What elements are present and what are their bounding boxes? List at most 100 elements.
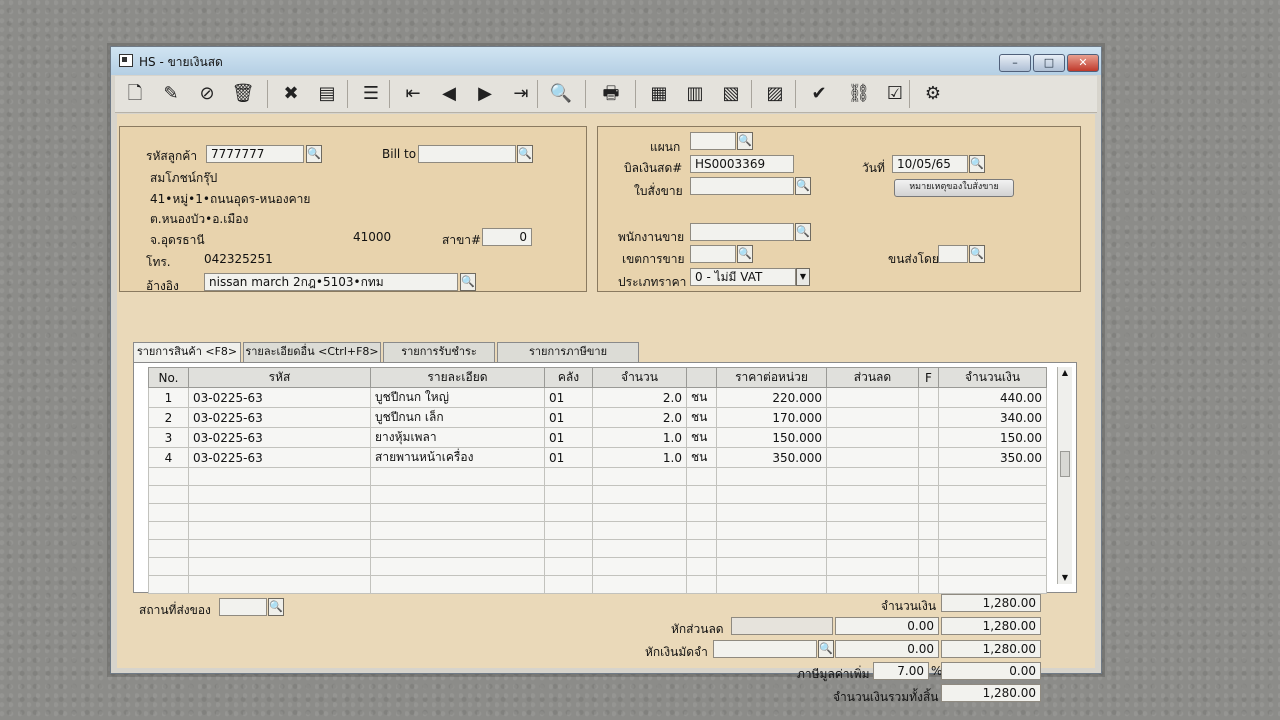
table-cell[interactable]: 03-0225-63 (188, 447, 371, 468)
settings-button[interactable]: ⚙ (919, 80, 947, 108)
scroll-down-icon[interactable]: ▼ (1058, 572, 1072, 584)
table-cell[interactable] (716, 485, 827, 504)
dept-lookup-icon[interactable]: 🔍 (737, 132, 753, 150)
table-cell[interactable] (544, 467, 593, 486)
link-button[interactable]: ⛓ (845, 80, 873, 108)
table-cell[interactable] (938, 539, 1047, 558)
customer-code-field[interactable]: 7777777 (206, 145, 304, 163)
table-cell[interactable] (592, 521, 687, 540)
customer-lookup-icon[interactable]: 🔍 (306, 145, 322, 163)
table-cell[interactable] (938, 521, 1047, 540)
sales-order-lookup-icon[interactable]: 🔍 (795, 177, 811, 195)
reference-field[interactable]: nissan march 2กฎ•5103•กทม (204, 273, 458, 291)
table-cell[interactable] (716, 503, 827, 522)
prev-record-button[interactable]: ◀ (435, 80, 463, 108)
table-cell[interactable] (826, 539, 919, 558)
table-cell[interactable] (918, 427, 939, 448)
discount-text-field[interactable] (731, 617, 833, 635)
table-cell[interactable]: 3 (148, 427, 189, 448)
table-cell[interactable] (686, 503, 717, 522)
table-cell[interactable] (686, 557, 717, 576)
table-row[interactable]: 3 03-0225-63 ยางหุ้มเพลา 01 1.0 ชน 150.000 150.… (148, 427, 1047, 448)
table-cell[interactable] (370, 521, 545, 540)
table-cell[interactable]: 150.00 (938, 427, 1047, 448)
last-record-button[interactable]: ⇥ (507, 80, 535, 108)
table-cell[interactable] (918, 503, 939, 522)
table-cell[interactable]: 01 (544, 427, 593, 448)
table-row[interactable] (148, 575, 1047, 594)
tab-other-details[interactable]: รายละเอียดอื่น <Ctrl+F8> (243, 342, 381, 362)
table-cell[interactable] (188, 503, 371, 522)
table-cell[interactable] (592, 539, 687, 558)
table-cell[interactable]: 1.0 (592, 427, 687, 448)
table-cell[interactable] (370, 503, 545, 522)
table-cell[interactable]: บูชปีกนก ใหญ่ (370, 387, 545, 408)
table-cell[interactable]: 01 (544, 447, 593, 468)
salesman-field[interactable] (690, 223, 794, 241)
column-header[interactable]: รายละเอียด (370, 367, 545, 388)
table-cell[interactable]: 4 (148, 447, 189, 468)
table-row[interactable] (148, 521, 1047, 540)
table-cell[interactable] (826, 467, 919, 486)
sales-area-lookup-icon[interactable]: 🔍 (737, 245, 753, 263)
edit-button[interactable]: ✎ (157, 80, 185, 108)
table-cell[interactable] (918, 407, 939, 428)
table-cell[interactable] (370, 467, 545, 486)
search-doc-button[interactable]: 🔍 (547, 80, 575, 108)
table-cell[interactable]: ยางหุ้มเพลา (370, 427, 545, 448)
table-cell[interactable] (188, 485, 371, 504)
tab-payments[interactable]: รายการรับชำระ <F7> (383, 342, 495, 376)
table-cell[interactable]: 03-0225-63 (188, 427, 371, 448)
table-cell[interactable] (938, 557, 1047, 576)
table-cell[interactable] (826, 503, 919, 522)
column-header[interactable]: ส่วนลด (826, 367, 919, 388)
save-button[interactable]: ▤ (313, 80, 341, 108)
table-cell[interactable] (592, 485, 687, 504)
table-row[interactable] (148, 503, 1047, 522)
table-cell[interactable] (148, 539, 189, 558)
vat-rate-field[interactable]: 7.00 (873, 662, 929, 680)
table-cell[interactable] (918, 467, 939, 486)
table-cell[interactable] (686, 575, 717, 594)
maximize-button[interactable]: □ (1033, 54, 1065, 72)
approve-ok-button[interactable]: ✔ (805, 80, 833, 108)
table-cell[interactable] (148, 503, 189, 522)
table-cell[interactable]: 150.000 (716, 427, 827, 448)
table-cell[interactable] (716, 575, 827, 594)
column-header[interactable]: No. (148, 367, 189, 388)
table-cell[interactable] (188, 557, 371, 576)
price-type-select[interactable]: 0 - ไม่มี VAT (690, 268, 796, 286)
table-cell[interactable]: 03-0225-63 (188, 387, 371, 408)
new-doc-button[interactable]: 🗋 (121, 80, 149, 108)
table-cell[interactable] (938, 467, 1047, 486)
table-cell[interactable]: 03-0225-63 (188, 407, 371, 428)
delivery-place-field[interactable] (219, 598, 267, 616)
report-button[interactable]: ▨ (761, 80, 789, 108)
table-cell[interactable] (544, 521, 593, 540)
scroll-up-icon[interactable]: ▲ (1058, 367, 1072, 379)
table-cell[interactable] (148, 575, 189, 594)
table-cell[interactable] (918, 521, 939, 540)
table-cell[interactable]: 1 (148, 387, 189, 408)
column-header[interactable] (686, 367, 717, 388)
table-cell[interactable]: 350.00 (938, 447, 1047, 468)
table-cell[interactable]: 2 (148, 407, 189, 428)
column-header[interactable]: รหัส (188, 367, 371, 388)
table-cell[interactable] (826, 521, 919, 540)
column-header[interactable]: จำนวน (592, 367, 687, 388)
table-row[interactable] (148, 467, 1047, 486)
salesman-lookup-icon[interactable]: 🔍 (795, 223, 811, 241)
table-row[interactable] (148, 539, 1047, 558)
table-cell[interactable] (716, 557, 827, 576)
table-cell[interactable] (938, 503, 1047, 522)
table-cell[interactable] (918, 485, 939, 504)
export-button[interactable]: ▧ (717, 80, 745, 108)
grid-vertical-scrollbar[interactable]: ▲ ▼ (1057, 367, 1072, 584)
table-cell[interactable] (370, 575, 545, 594)
table-cell[interactable]: 340.00 (938, 407, 1047, 428)
table-cell[interactable] (188, 467, 371, 486)
table-cell[interactable] (370, 557, 545, 576)
table-cell[interactable] (716, 467, 827, 486)
billto-lookup-icon[interactable]: 🔍 (517, 145, 533, 163)
table-cell[interactable] (918, 387, 939, 408)
